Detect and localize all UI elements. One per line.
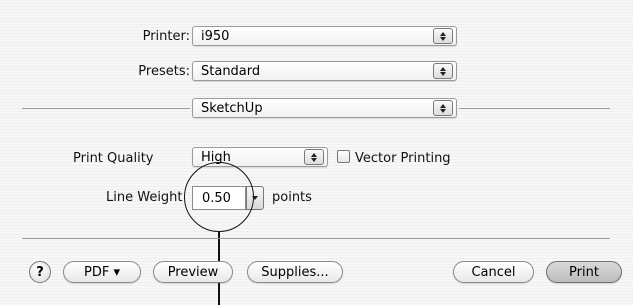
cancel-button[interactable]: Cancel [453, 261, 534, 283]
separator-right [459, 108, 610, 109]
printer-label: Printer: [142, 29, 190, 44]
printer-value: i950 [201, 28, 230, 44]
vector-printing-checkbox[interactable] [337, 150, 350, 163]
separator-left [22, 108, 190, 109]
print-dialog: Printer: i950 Presets: Standard SketchUp… [0, 0, 633, 305]
vector-printing-label[interactable]: Vector Printing [355, 151, 451, 166]
callout-circle [184, 162, 254, 232]
up-down-arrows-icon [433, 63, 453, 79]
up-down-arrows-icon [433, 28, 453, 44]
line-weight-unit: points [272, 190, 312, 205]
print-button[interactable]: Print [546, 261, 622, 283]
supplies-button[interactable]: Supplies... [247, 261, 343, 283]
print-quality-label: Print Quality [73, 151, 154, 166]
separator-bottom [22, 238, 610, 239]
presets-popup[interactable]: Standard [192, 61, 457, 81]
panel-selector-popup[interactable]: SketchUp [192, 98, 457, 118]
help-icon[interactable]: ? [29, 261, 51, 283]
pdf-button[interactable]: PDF ▾ [63, 261, 141, 283]
preview-button[interactable]: Preview [153, 261, 233, 283]
panel-selector-value: SketchUp [201, 100, 263, 116]
presets-label: Presets: [138, 64, 190, 79]
presets-value: Standard [201, 63, 261, 79]
line-weight-label: Line Weight [106, 190, 183, 205]
up-down-arrows-icon [304, 149, 324, 165]
printer-popup[interactable]: i950 [192, 26, 457, 46]
up-down-arrows-icon [433, 100, 453, 116]
